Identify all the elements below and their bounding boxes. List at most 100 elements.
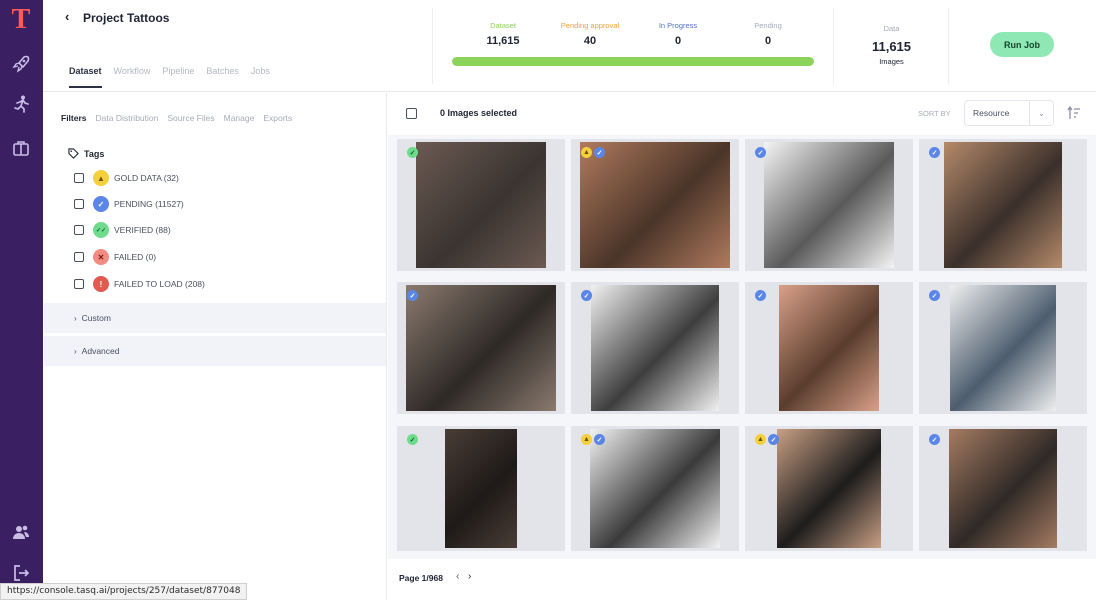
runner-icon[interactable]	[10, 93, 32, 115]
pending-badge-icon: ✓	[929, 434, 940, 445]
prev-page-icon[interactable]: ‹	[456, 571, 459, 582]
tattoo-image-lion-sleeve-stencil	[590, 429, 720, 548]
stat-label: Dataset	[490, 21, 516, 30]
section-advanced[interactable]: › Advanced	[44, 336, 386, 366]
subtab-manage[interactable]: Manage	[224, 113, 255, 123]
image-tile[interactable]: ✓	[919, 282, 1087, 414]
sort-value: Resource	[973, 108, 1010, 118]
tag-icon	[68, 148, 79, 159]
tag-label: FAILED (0)	[114, 252, 157, 262]
tattoo-image-compass-clock-forearm	[580, 142, 730, 268]
section-label: Custom	[81, 313, 111, 323]
gold-badge-icon: ▲	[581, 434, 592, 445]
tag-label: VERIFIED (88)	[114, 225, 171, 235]
run-job-button[interactable]: Run Job	[990, 32, 1054, 57]
app-rail: T	[0, 0, 43, 600]
data-unit: Images	[879, 57, 904, 66]
tab-batches[interactable]: Batches	[206, 66, 239, 88]
tag-filter-gold-data[interactable]: ▲ GOLD DATA (32)	[74, 169, 179, 187]
image-tile[interactable]: ✓	[919, 139, 1087, 271]
tag-label: GOLD DATA (32)	[114, 173, 179, 183]
image-tile[interactable]: ▲ ✓	[571, 426, 739, 551]
pagination: Page 1/968 ‹ ›	[388, 559, 1096, 600]
subtab-exports[interactable]: Exports	[263, 113, 292, 123]
failed-to-load-icon: !	[93, 276, 109, 292]
logout-icon[interactable]	[10, 562, 32, 584]
image-tile[interactable]: ▲ ✓	[571, 139, 739, 271]
selection-count: 0 Images selected	[440, 108, 518, 118]
tag-checkbox[interactable]	[74, 252, 84, 262]
image-tile[interactable]: ✓	[571, 282, 739, 414]
project-tabs: Dataset Workflow Pipeline Batches Jobs	[69, 66, 270, 88]
tag-checkbox[interactable]	[74, 199, 84, 209]
stat-label: Pending	[754, 21, 782, 30]
image-tile[interactable]: ✓	[397, 426, 565, 551]
stat-pending: Pending 0	[723, 21, 813, 47]
pending-badge-icon: ✓	[929, 147, 940, 158]
tattoo-image-clock-rose-forearm	[406, 285, 556, 411]
gold-badge-icon: ▲	[581, 147, 592, 158]
page-title: Project Tattoos	[83, 11, 170, 25]
stat-pending-approval: Pending approval 40	[545, 21, 635, 47]
rocket-icon[interactable]	[10, 53, 32, 75]
tag-filter-pending[interactable]: ✓ PENDING (11527)	[74, 195, 184, 213]
pending-badge-icon: ✓	[594, 147, 605, 158]
select-all-checkbox[interactable]	[406, 108, 417, 119]
tab-workflow[interactable]: Workflow	[114, 66, 151, 88]
failed-icon: ✕	[93, 249, 109, 265]
subtab-data-distribution[interactable]: Data Distribution	[96, 113, 159, 123]
image-tile[interactable]: ✓	[397, 282, 565, 414]
sort-by-label: SORT BY	[918, 109, 951, 118]
next-page-icon[interactable]: ›	[468, 571, 471, 582]
section-custom[interactable]: › Custom	[44, 303, 386, 333]
users-icon[interactable]	[10, 521, 32, 543]
sort-order-icon[interactable]	[1066, 105, 1082, 121]
dataset-progress-bar	[452, 57, 814, 66]
top-header: ‹ Project Tattoos Dataset Workflow Pipel…	[43, 0, 1096, 92]
tattoo-image-sleeve-sheet-grid	[764, 142, 894, 268]
tag-label: FAILED TO LOAD (208)	[114, 279, 205, 289]
brand-logo[interactable]: T	[8, 6, 34, 34]
tag-filter-failed[interactable]: ✕ FAILED (0)	[74, 248, 156, 266]
subtab-filters[interactable]: Filters	[61, 113, 87, 123]
pending-check-icon: ✓	[93, 196, 109, 212]
tattoo-image-collage-forearm-sleeves	[416, 142, 546, 268]
image-tile[interactable]: ✓	[745, 282, 913, 414]
tab-pipeline[interactable]: Pipeline	[162, 66, 194, 88]
pending-badge-icon: ✓	[407, 290, 418, 301]
tag-checkbox[interactable]	[74, 173, 84, 183]
image-grid-area: 0 Images selected SORT BY Resource ⌄ ✓ ▲ ✓…	[388, 93, 1096, 600]
section-label: Advanced	[81, 346, 120, 356]
tags-heading: Tags	[68, 148, 104, 159]
sort-select[interactable]: Resource ⌄	[964, 100, 1054, 126]
grid-toolbar: 0 Images selected SORT BY Resource ⌄	[388, 93, 1096, 135]
tab-dataset[interactable]: Dataset	[69, 66, 102, 88]
image-tile[interactable]: ✓	[745, 139, 913, 271]
tab-jobs[interactable]: Jobs	[251, 66, 270, 88]
stat-value: 0	[674, 35, 682, 47]
gold-data-icon: ▲	[93, 170, 109, 186]
stat-value: 11,615	[486, 35, 520, 47]
stat-label: In Progress	[658, 21, 698, 30]
briefcase-icon[interactable]	[10, 137, 32, 159]
stat-in-progress: In Progress 0	[633, 21, 723, 47]
page-indicator: Page 1/968	[399, 573, 443, 583]
pending-badge-icon: ✓	[755, 290, 766, 301]
tattoo-image-forearm-lion-closeup	[445, 429, 517, 548]
tattoo-image-arm-sleeves-pair	[591, 285, 719, 411]
image-tile[interactable]: ✓	[919, 426, 1087, 551]
chevron-down-icon: ⌄	[1029, 101, 1053, 125]
tag-filter-verified[interactable]: ✓✓ VERIFIED (88)	[74, 221, 171, 239]
tattoo-image-sleeve-man-black-shirt	[777, 429, 881, 548]
tag-checkbox[interactable]	[74, 225, 84, 235]
stat-value: 0	[764, 35, 772, 47]
tag-filter-failed-to-load[interactable]: ! FAILED TO LOAD (208)	[74, 275, 205, 293]
subtab-source-files[interactable]: Source Files	[167, 113, 214, 123]
tattoo-image-tribal-band-forearm	[779, 285, 879, 411]
tag-checkbox[interactable]	[74, 279, 84, 289]
pending-badge-icon: ✓	[594, 434, 605, 445]
tag-label: PENDING (11527)	[114, 199, 184, 209]
image-tile[interactable]: ✓	[397, 139, 565, 271]
image-tile[interactable]: ▲ ✓	[745, 426, 913, 551]
chevron-right-icon: ›	[74, 313, 77, 323]
